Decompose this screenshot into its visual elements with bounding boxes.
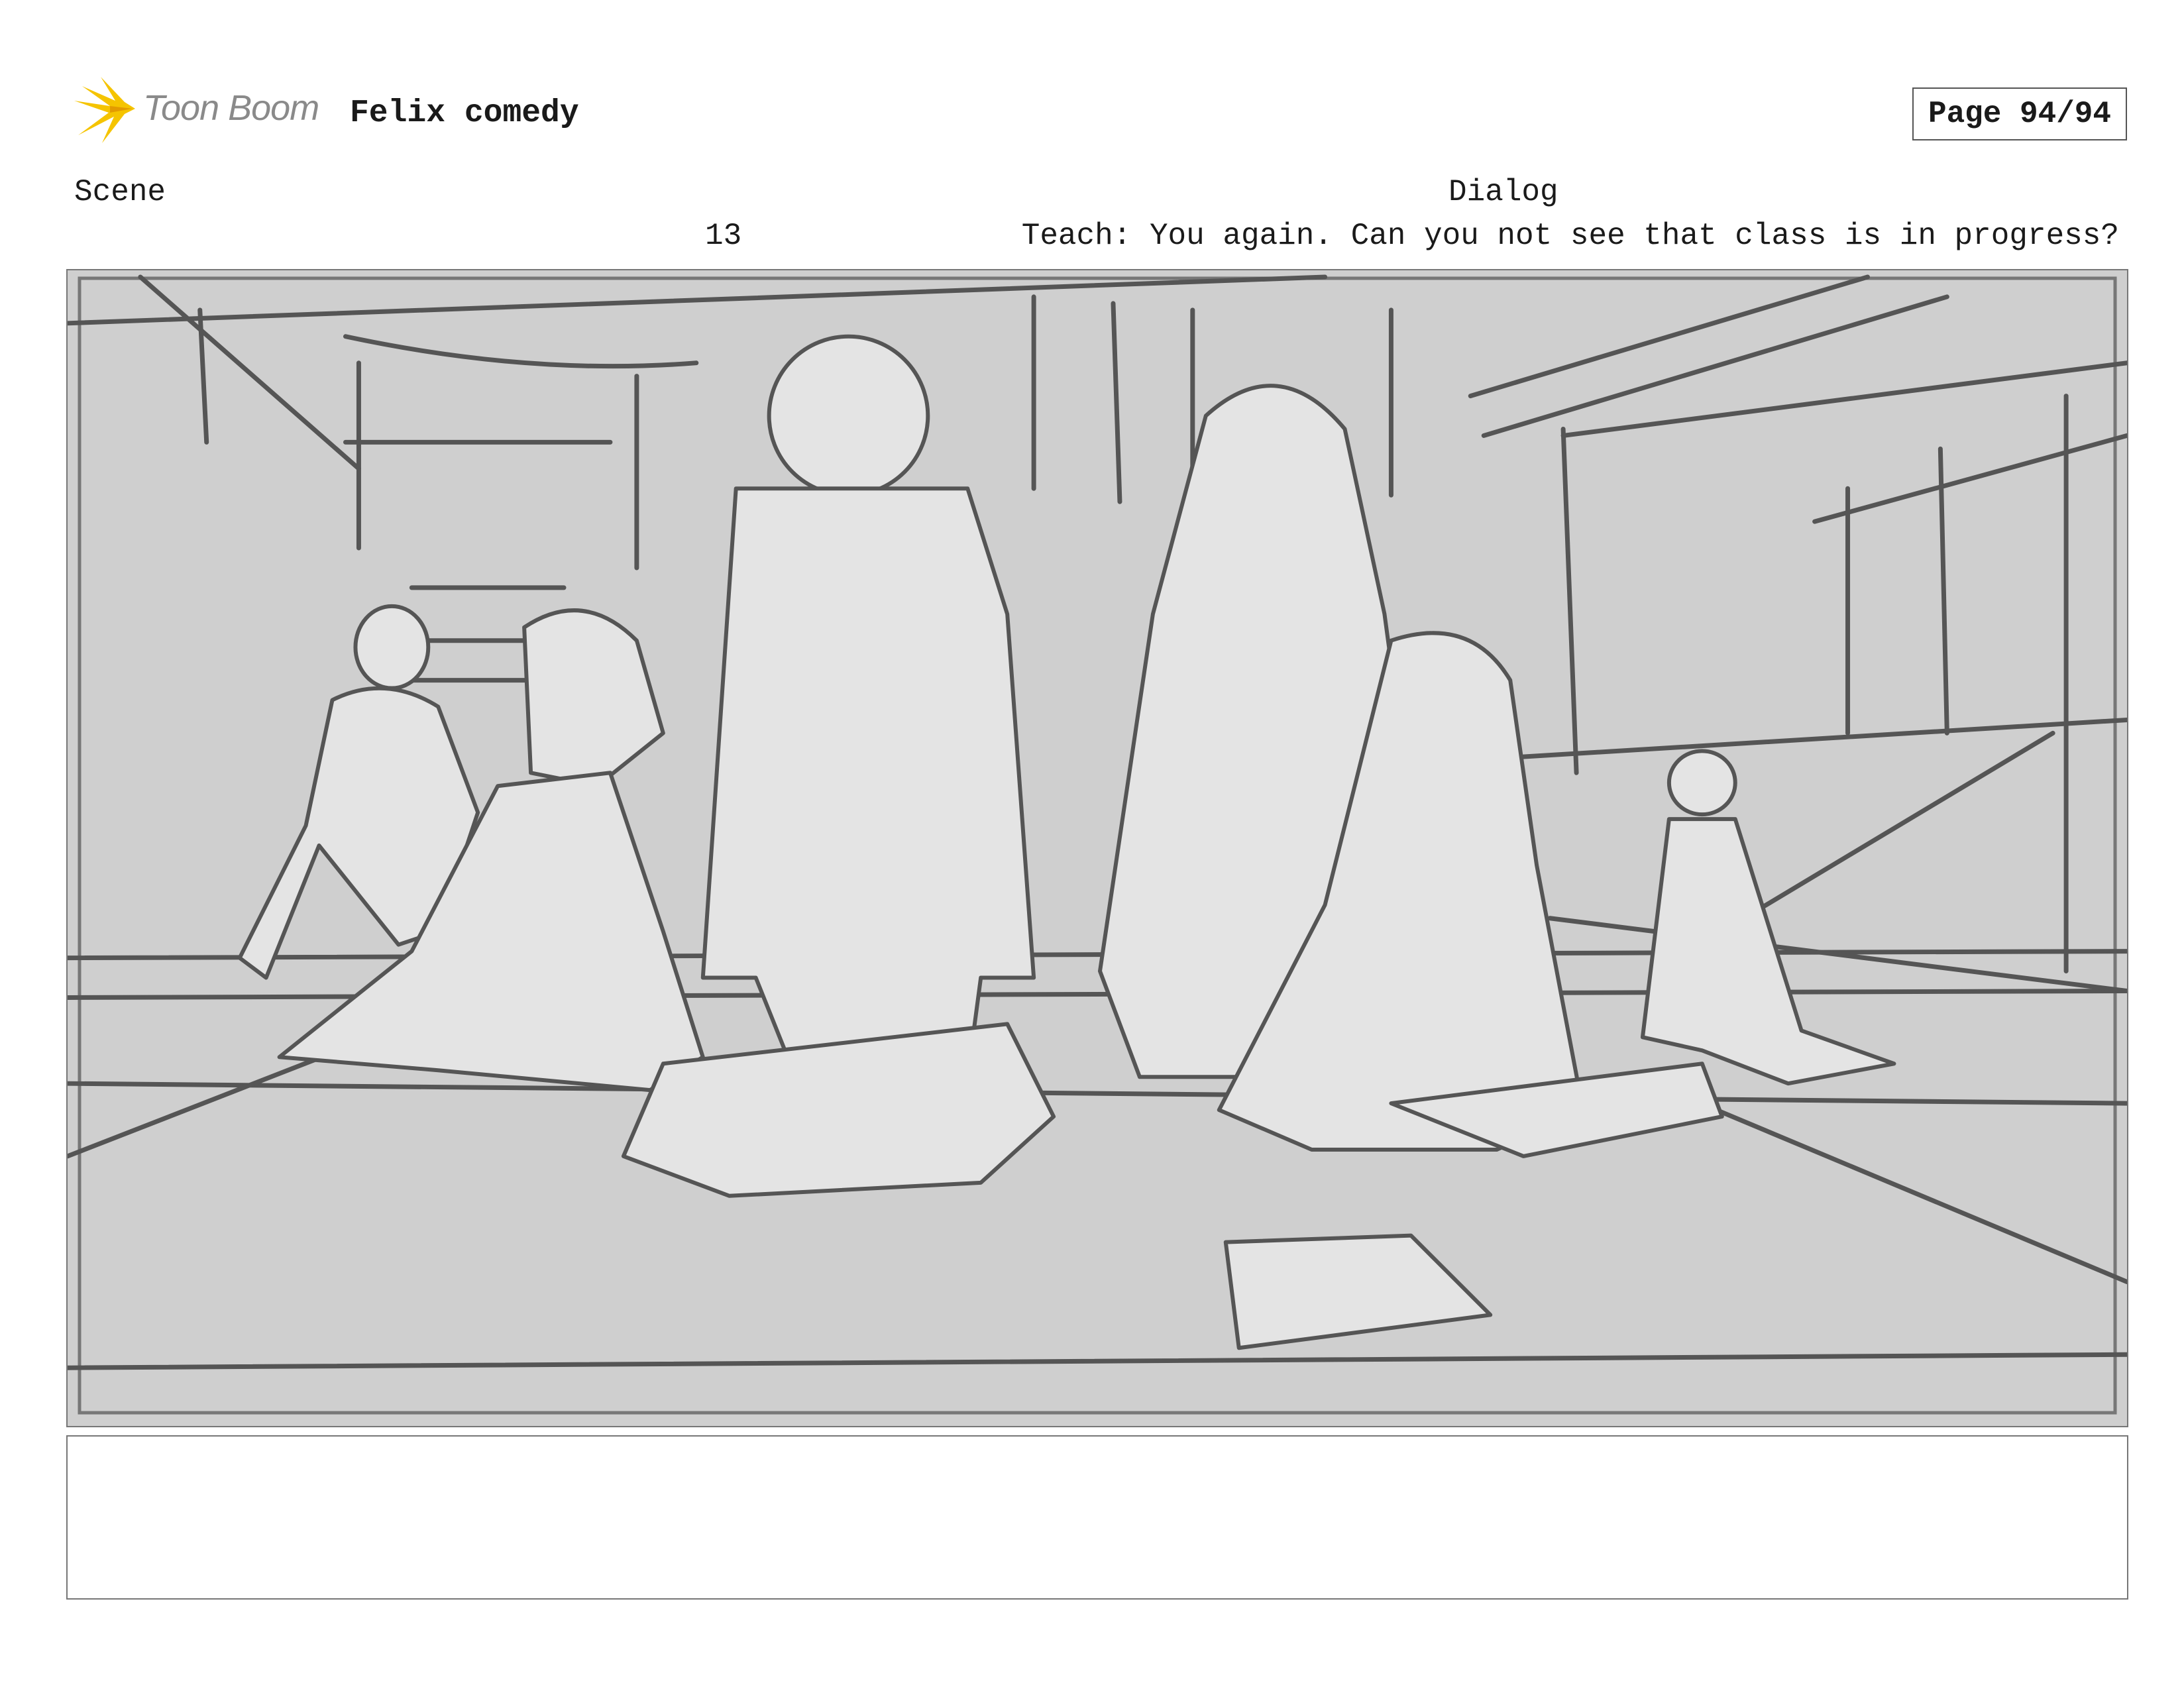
dialog-column-label: Dialog xyxy=(1448,175,1558,209)
logo-burst-icon xyxy=(74,77,135,143)
scene-number: 13 xyxy=(705,219,742,253)
dialog-text: Teach: You again. Can you not see that c… xyxy=(1021,219,2119,253)
storyboard-sketch-image xyxy=(68,274,2127,1415)
panel-notes-box xyxy=(66,1435,2128,1600)
page-indicator: Page 94/94 xyxy=(1912,87,2127,140)
scene-column-label: Scene xyxy=(74,175,166,209)
logo-text: Toon Boom xyxy=(143,88,319,128)
storyboard-panel xyxy=(66,269,2128,1427)
toon-boom-logo: Toon Boom xyxy=(69,74,334,154)
project-title: Felix comedy xyxy=(350,95,579,131)
